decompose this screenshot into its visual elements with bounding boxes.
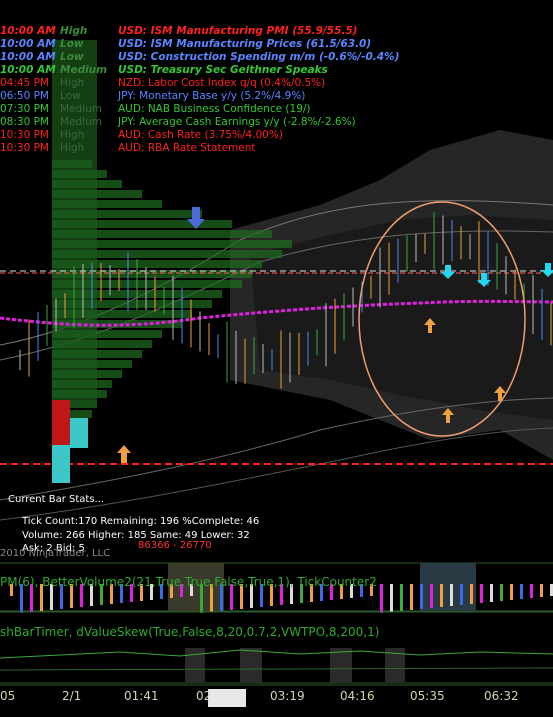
news-impact: Medium [60, 103, 102, 115]
x-axis-label: 01:41 [124, 689, 159, 703]
indicator-2-label[interactable]: shBarTimer, dValueSkew(True,False,8,20,0… [0, 625, 379, 639]
tick-bar [380, 584, 383, 613]
news-time: 10:00 AM [0, 64, 56, 76]
tick-bar [540, 584, 543, 597]
news-impact: High [60, 129, 85, 141]
news-time: 08:30 PM [0, 116, 49, 128]
news-time: 04:45 PM [0, 77, 49, 89]
news-row: 10:30 PM High AUD: RBA Rate Statement [0, 142, 553, 155]
skew-line [0, 649, 553, 659]
tick-bar [520, 584, 523, 599]
tick-bar [390, 584, 393, 612]
news-impact: High [60, 77, 85, 89]
up-arrow-icon [117, 445, 131, 463]
news-row: 10:00 AM High USD: ISM Manufacturing PMI (… [0, 25, 553, 38]
news-event: NZD: Labor Cost Index q/q (0.4%/0.5%) [118, 77, 326, 89]
x-axis-label: 05 [0, 689, 16, 703]
tick-bar [450, 584, 453, 606]
news-row: 10:00 AM Low USD: ISM Manufacturing Prices… [0, 38, 553, 51]
chart-window: 10:00 AM High USD: ISM Manufacturing PMI (… [0, 0, 553, 717]
copyright: 2010 NinjaTrader, LLC [0, 548, 111, 559]
news-impact: Low [60, 38, 84, 50]
news-row: 08:30 PM Medium JPY: Average Cash Earnings… [0, 116, 553, 129]
ask-block-2 [70, 418, 88, 448]
ask-block [52, 445, 70, 483]
tick-bar [420, 584, 423, 609]
news-impact: Medium [60, 116, 102, 128]
bar-stats-title: Current Bar Stats... [8, 494, 105, 505]
news-event: USD: ISM Manufacturing PMI (55.9/55.5) [118, 25, 358, 37]
news-event: AUD: Cash Rate (3.75%/4.00%) [118, 129, 283, 141]
skew-line-2 [0, 667, 553, 671]
x-axis-label: 2/1 [62, 689, 82, 703]
bar-stats-line2: Volume: 266 Higher: 185 Same: 49 Lower: … [22, 530, 250, 541]
news-event: USD: Treasury Sec Geithner Speaks [118, 64, 328, 76]
tick-bar [500, 584, 503, 601]
tick-bar [400, 584, 403, 611]
news-impact: High [60, 142, 85, 154]
tick-bar [470, 584, 473, 604]
tick-bar [430, 584, 433, 608]
session-highlight [420, 563, 476, 611]
news-impact: High [60, 25, 88, 37]
news-row: 06:50 PM Low JPY: Monetary Base y/y (5.2%/… [0, 90, 553, 103]
news-row: 10:30 PM High AUD: Cash Rate (3.75%/4.00%) [0, 129, 553, 142]
tick-bar [410, 584, 413, 610]
indicator-1-label[interactable]: PM(6), BetterVolume2(21,True,True,False,… [0, 575, 377, 589]
news-event: USD: ISM Manufacturing Prices (61.5/63.0… [118, 38, 372, 50]
x-axis-label: 02 [196, 689, 212, 703]
news-row: 07:30 PM Medium AUD: NAB Business Confiden… [0, 103, 553, 116]
tick-bar [530, 584, 533, 598]
news-event: JPY: Monetary Base y/y (5.2%/4.9%) [118, 90, 306, 102]
news-time: 06:50 PM [0, 90, 49, 102]
news-impact: Medium [60, 64, 108, 76]
time-cursor-box [208, 689, 246, 707]
bid-block [52, 400, 70, 445]
news-impact: Low [60, 90, 81, 102]
news-row: 10:00 AM Medium USD: Treasury Sec Geithner… [0, 64, 553, 77]
news-event: AUD: RBA Rate Statement [118, 142, 256, 154]
news-time: 10:30 PM [0, 129, 49, 141]
price-pair: 86366 - 26770 [138, 540, 212, 551]
x-axis-label: 05:35 [410, 689, 445, 703]
news-event: USD: Construction Spending m/m (-0.6%/-0… [118, 51, 400, 63]
news-event: AUD: NAB Business Confidence (19/) [118, 103, 311, 115]
news-row: 10:00 AM Low USD: Construction Spending m/… [0, 51, 553, 64]
x-axis-label: 03:19 [270, 689, 305, 703]
news-time: 10:30 PM [0, 142, 49, 154]
tick-bar [460, 584, 463, 605]
news-time: 10:00 AM [0, 38, 56, 50]
bar-stats-line1: Tick Count:170 Remaining: 196 %Complete:… [22, 516, 260, 527]
tick-bar [490, 584, 493, 602]
tick-bar [440, 584, 443, 607]
tick-bar [510, 584, 513, 600]
x-axis-label: 04:16 [340, 689, 375, 703]
news-time: 10:00 AM [0, 51, 56, 63]
news-row: 04:45 PM High NZD: Labor Cost Index q/q (0… [0, 77, 553, 90]
news-impact: Low [60, 51, 84, 63]
x-axis-label: 06:32 [484, 689, 519, 703]
tick-bar [480, 584, 483, 603]
news-time: 10:00 AM [0, 25, 56, 37]
news-event: JPY: Average Cash Earnings y/y (-2.8%/-2… [118, 116, 356, 128]
news-time: 07:30 PM [0, 103, 49, 115]
